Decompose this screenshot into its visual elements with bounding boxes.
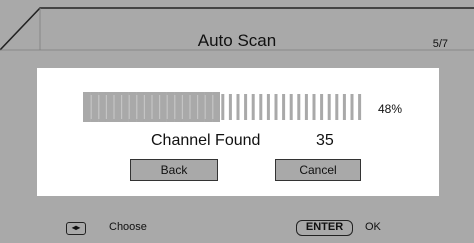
progress-separator — [174, 95, 176, 119]
progress-segment-empty — [312, 94, 316, 120]
progress-separator — [98, 95, 100, 119]
progress-segment-empty — [320, 94, 324, 120]
progress-separator — [90, 95, 92, 119]
progress-segment-empty — [335, 94, 339, 120]
progress-segment-empty — [304, 94, 308, 120]
dialog-title: Auto Scan — [197, 31, 277, 50]
progress-separator — [197, 95, 199, 119]
progress-separator — [159, 95, 161, 119]
enter-key-icon: ENTER — [296, 220, 353, 236]
progress-separator — [166, 95, 168, 119]
progress-segment-empty — [358, 94, 362, 120]
progress-segment-filled — [83, 92, 91, 122]
page-indicator: 5/7 — [432, 38, 448, 50]
cancel-button[interactable]: Cancel — [275, 159, 361, 181]
progress-percent: 48% — [378, 102, 403, 116]
progress-segment-empty — [350, 94, 354, 120]
progress-segment-empty — [251, 94, 255, 120]
channel-found-label: Channel Found — [151, 132, 261, 149]
dialog-frame: Auto Scan 5/7 48% Channel Found 35 Back … — [0, 0, 474, 243]
progress-segment-empty — [244, 94, 248, 120]
progress-separator — [113, 95, 115, 119]
progress-separator — [143, 95, 145, 119]
progress-segment-empty — [221, 94, 225, 120]
choose-arrows-icon: ◂▸ — [66, 222, 86, 235]
progress-segment-empty — [282, 94, 286, 120]
progress-separator — [181, 95, 183, 119]
channel-found-count: 35 — [316, 132, 334, 149]
scan-panel: 48% Channel Found 35 Back Cancel — [37, 68, 439, 196]
progress-segment-empty — [274, 94, 278, 120]
back-button[interactable]: Back — [130, 159, 218, 181]
progress-separator — [105, 95, 107, 119]
progress-segment-empty — [342, 94, 346, 120]
progress-segment-empty — [259, 94, 263, 120]
progress-segment-empty — [266, 94, 270, 120]
progress-separator — [121, 95, 123, 119]
footer-choose-label: Choose — [109, 221, 147, 233]
progress-separator — [212, 95, 214, 119]
progress-separator — [204, 95, 206, 119]
progress-separator — [128, 95, 130, 119]
progress-segment-empty — [289, 94, 293, 120]
progress-separator — [151, 95, 153, 119]
progress-segment-empty — [297, 94, 301, 120]
progress-separator — [136, 95, 138, 119]
progress-separator — [189, 95, 191, 119]
progress-segment-empty — [228, 94, 232, 120]
progress-segment-empty — [236, 94, 240, 120]
scan-progress-bar — [83, 92, 362, 122]
footer-ok-label: OK — [365, 221, 381, 233]
progress-segment-empty — [327, 94, 331, 120]
